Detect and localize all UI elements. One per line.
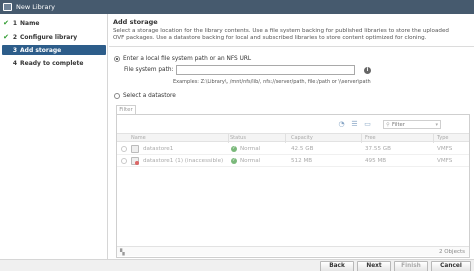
filter-icon: ⚲ (386, 121, 390, 128)
grid-status-bar: ▚ 2 Objects (117, 246, 469, 256)
main-panel: Add storage Select a storage location fo… (109, 14, 474, 259)
datastore-icon (131, 145, 139, 153)
datastore-status: Normal (240, 146, 261, 152)
step-number: 2 (12, 33, 18, 41)
step-name[interactable]: ✔ 1 Name (2, 18, 106, 28)
step-label: Add storage (20, 46, 62, 54)
step-number: 3 (12, 46, 18, 54)
column-header-capacity[interactable]: Capacity (291, 135, 313, 141)
table-row[interactable]: datastore1 ✓ Normal 42.5 GB 37.55 GB VMF… (117, 143, 469, 155)
chevron-down-icon[interactable]: ▾ (435, 122, 438, 128)
datastore-type: VMFS (437, 158, 453, 164)
filter-field[interactable]: ⚲ ▾ (383, 120, 441, 129)
wizard-footer: Back Next Finish Cancel (0, 259, 474, 271)
binoculars-icon[interactable]: ▚ (120, 249, 125, 256)
datastore-free: 495 MB (365, 158, 387, 164)
info-icon[interactable]: i (364, 67, 371, 74)
step-number: 1 (12, 19, 18, 27)
wizard-steps: ✔ 1 Name ✔ 2 Configure library 3 Add sto… (0, 14, 108, 259)
datastore-radio[interactable] (114, 93, 120, 99)
step-number: 4 (12, 59, 18, 67)
refresh-icon[interactable]: ◔ (337, 121, 346, 128)
window-title: New Library (16, 3, 55, 11)
filter-input[interactable] (392, 121, 428, 128)
page-title: Add storage (113, 18, 158, 26)
next-button[interactable]: Next (357, 261, 391, 271)
grid-toolbar: ◔ ☰ ▭ (337, 121, 372, 128)
step-configure-library[interactable]: ✔ 2 Configure library (2, 32, 106, 42)
datastore-capacity: 512 MB (291, 158, 313, 164)
step-add-storage[interactable]: 3 Add storage (2, 45, 106, 55)
datastore-status: Normal (240, 158, 261, 164)
column-header-name[interactable]: Name (131, 135, 146, 141)
datastore-name: datastore1 (1) (inaccessible) (143, 158, 224, 164)
file-system-path-label: File system path: (124, 67, 174, 73)
page-description: Select a storage location for the librar… (113, 28, 449, 41)
datastore-error-icon (131, 157, 139, 165)
finish-button[interactable]: Finish (394, 261, 428, 271)
status-ok-icon: ✓ (231, 146, 237, 152)
datastore-type: VMFS (437, 146, 453, 152)
path-examples: Examples: Z:\Library\, /mnt/nfs/lib/, nf… (173, 79, 371, 85)
status-ok-icon: ✓ (231, 158, 237, 164)
table-row[interactable]: datastore1 (1) (inaccessible) ✓ Normal 5… (117, 155, 469, 167)
column-header-type[interactable]: Type (437, 135, 448, 141)
datastore-free: 37.55 GB (365, 146, 391, 152)
back-button[interactable]: Back (320, 261, 354, 271)
divider (109, 46, 474, 47)
row-select-radio[interactable] (121, 158, 127, 164)
object-count: 2 Objects (438, 249, 465, 255)
datastore-name: datastore1 (143, 146, 174, 152)
cancel-button[interactable]: Cancel (431, 261, 471, 271)
library-icon (3, 3, 12, 11)
column-header-status[interactable]: Status (230, 135, 246, 141)
properties-icon[interactable]: ☰ (350, 121, 359, 128)
export-icon[interactable]: ▭ (363, 121, 372, 128)
local-path-option-label: Enter a local file system path or an NFS… (123, 56, 252, 62)
datastore-capacity: 42.5 GB (291, 146, 314, 152)
step-label: Ready to complete (20, 59, 84, 67)
step-label: Name (20, 19, 40, 27)
row-select-radio[interactable] (121, 146, 127, 152)
column-header-free[interactable]: Free (365, 135, 376, 141)
tab-filter[interactable]: Filter (116, 105, 136, 114)
check-icon: ✔ (3, 33, 9, 41)
table-header: Name Status Capacity Free Type (117, 133, 469, 143)
local-path-radio[interactable] (114, 56, 120, 62)
step-ready-to-complete[interactable]: 4 Ready to complete (2, 58, 106, 68)
step-label: Configure library (20, 33, 78, 41)
file-system-path-input[interactable] (176, 65, 355, 75)
datastore-option-label: Select a datastore (123, 93, 176, 99)
check-icon: ✔ (3, 19, 9, 27)
window-titlebar: New Library (0, 0, 474, 14)
